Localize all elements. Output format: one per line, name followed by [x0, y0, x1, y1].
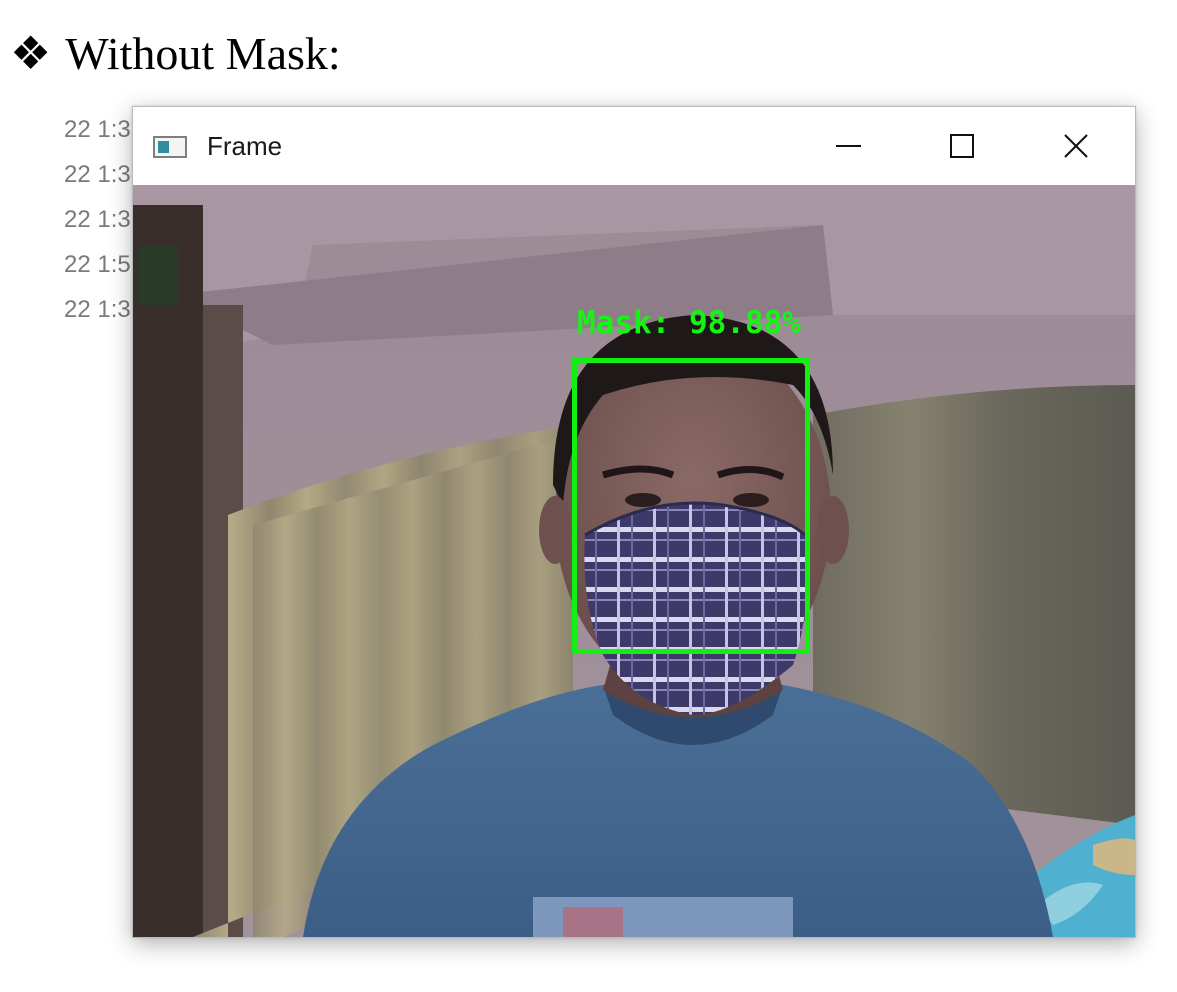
- close-button[interactable]: [1021, 107, 1131, 185]
- background-list-item: 22 1:3: [64, 116, 131, 143]
- slide-heading: ❖ Without Mask:: [10, 26, 341, 82]
- close-icon: [1064, 134, 1088, 158]
- heading-text: Without Mask:: [65, 28, 341, 79]
- face-detection-box: [572, 358, 810, 654]
- diamond-bullet-icon: ❖: [10, 28, 52, 79]
- window-titlebar[interactable]: Frame: [133, 107, 1135, 185]
- background-list-item: 22 1:3: [64, 296, 131, 323]
- maximize-icon: [950, 134, 974, 158]
- minimize-button[interactable]: [793, 107, 903, 185]
- opencv-window-icon: [153, 136, 187, 158]
- background-list-item: 22 1:5: [64, 251, 131, 278]
- window-title: Frame: [207, 131, 283, 161]
- detection-label: Mask: 98.88%: [577, 305, 801, 341]
- background-list-item: 22 1:3: [64, 161, 131, 188]
- maximize-button[interactable]: [907, 107, 1017, 185]
- frame-window[interactable]: Frame Mask: 98.88%: [132, 106, 1136, 938]
- background-list-item: 22 1:3: [64, 206, 131, 233]
- background-window-list: 22 1:3 22 1:3 22 1:3 22 1:5 22 1:3: [64, 112, 131, 328]
- minimize-icon: [836, 145, 861, 147]
